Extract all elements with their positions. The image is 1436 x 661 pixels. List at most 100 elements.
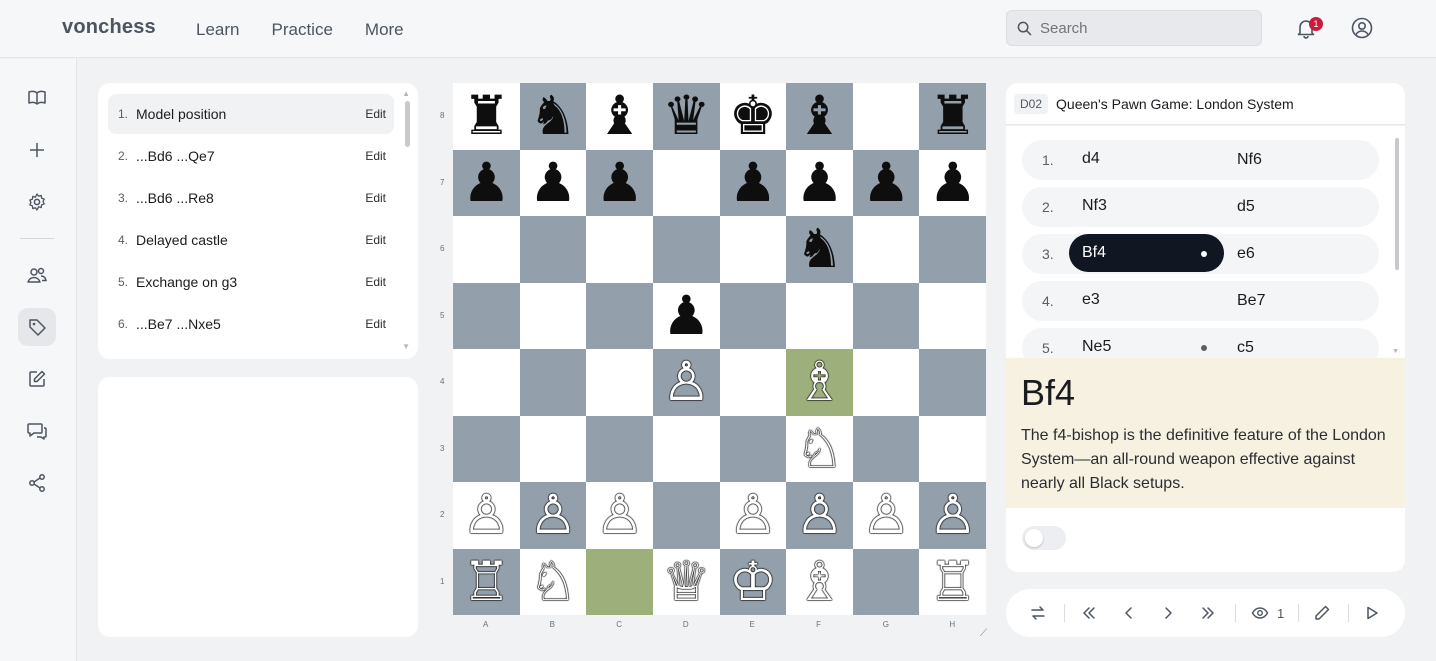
square-f4[interactable]: ♗ [786, 349, 854, 416]
scroll-down-arrow-icon[interactable]: ▼ [1392, 348, 1399, 355]
square-d1[interactable]: ♕ [652, 548, 720, 615]
black-pawn-icon[interactable]: ♟ [529, 155, 577, 210]
white-pawn-icon[interactable]: ♙ [929, 488, 977, 542]
square-h7[interactable]: ♟ [919, 149, 987, 216]
square-g3[interactable] [852, 415, 920, 482]
last-move-icon[interactable] [1196, 601, 1220, 625]
black-knight-icon[interactable]: ♞ [529, 89, 577, 143]
black-move[interactable]: c5 [1237, 339, 1254, 357]
square-f8[interactable]: ♝ [786, 83, 854, 150]
white-bishop-icon[interactable]: ♗ [795, 554, 843, 609]
square-c2[interactable]: ♙ [586, 482, 654, 549]
square-e6[interactable] [719, 216, 787, 283]
square-c6[interactable] [586, 216, 654, 283]
line-item[interactable]: 2. ...Bd6 ...Qe7 Edit [108, 136, 394, 176]
black-king-icon[interactable]: ♚ [729, 89, 777, 143]
white-move[interactable]: d4 [1069, 140, 1224, 178]
play-icon[interactable] [1360, 601, 1384, 625]
square-d8[interactable]: ♛ [652, 83, 720, 150]
eye-icon[interactable] [1248, 601, 1272, 625]
next-move-icon[interactable] [1156, 601, 1180, 625]
nav-learn[interactable]: Learn [196, 20, 239, 40]
black-bishop-icon[interactable]: ♝ [795, 89, 843, 143]
edit-note-icon[interactable] [18, 360, 56, 398]
tag-icon[interactable] [18, 308, 56, 346]
scroll-up-arrow-icon[interactable]: ▲ [402, 89, 410, 98]
square-b6[interactable] [519, 216, 587, 283]
square-a8[interactable]: ♜ [453, 83, 520, 150]
search-input[interactable] [1040, 19, 1240, 37]
white-pawn-icon[interactable]: ♙ [462, 488, 510, 542]
square-f5[interactable] [786, 282, 854, 349]
black-pawn-icon[interactable]: ♟ [662, 288, 710, 343]
square-b5[interactable] [519, 282, 587, 349]
square-a3[interactable] [453, 415, 520, 482]
line-item[interactable]: 6. ...Be7 ...Nxe5 Edit [108, 304, 394, 344]
edit-line-button[interactable]: Edit [365, 149, 386, 163]
square-h1[interactable]: ♖ [919, 548, 987, 615]
square-b1[interactable]: ♘ [519, 548, 587, 615]
gear-icon[interactable] [18, 183, 56, 221]
account-icon[interactable] [1350, 16, 1374, 40]
nav-practice[interactable]: Practice [271, 20, 332, 40]
white-bishop-icon[interactable]: ♗ [795, 355, 843, 409]
square-e2[interactable]: ♙ [719, 482, 787, 549]
edit-line-button[interactable]: Edit [365, 275, 386, 289]
square-d6[interactable] [652, 216, 720, 283]
white-pawn-icon[interactable]: ♙ [529, 488, 577, 542]
square-h2[interactable]: ♙ [919, 482, 987, 549]
square-f1[interactable]: ♗ [786, 548, 854, 615]
resize-handle-icon[interactable]: ⟋ [980, 628, 987, 639]
square-g8[interactable] [852, 83, 920, 150]
square-h8[interactable]: ♜ [919, 83, 987, 150]
black-rook-icon[interactable]: ♜ [929, 89, 977, 143]
square-e7[interactable]: ♟ [719, 149, 787, 216]
square-a2[interactable]: ♙ [453, 482, 520, 549]
white-rook-icon[interactable]: ♖ [929, 554, 977, 609]
black-pawn-icon[interactable]: ♟ [929, 155, 977, 210]
search-box[interactable] [1006, 10, 1262, 46]
square-e1[interactable]: ♔ [719, 548, 787, 615]
line-item[interactable]: 1. Model position Edit [108, 94, 394, 134]
white-pawn-icon[interactable]: ♙ [795, 488, 843, 542]
plus-icon[interactable] [18, 131, 56, 169]
square-e8[interactable]: ♚ [719, 83, 787, 150]
edit-line-button[interactable]: Edit [365, 107, 386, 121]
square-f6[interactable]: ♞ [786, 216, 854, 283]
white-move[interactable]: Ne5 [1069, 328, 1224, 358]
square-c5[interactable] [586, 282, 654, 349]
white-move-selected[interactable]: Bf4 [1069, 234, 1224, 272]
square-g2[interactable]: ♙ [852, 482, 920, 549]
square-d4[interactable]: ♙ [652, 349, 720, 416]
black-pawn-icon[interactable]: ♟ [862, 155, 910, 210]
square-g6[interactable] [852, 216, 920, 283]
square-g5[interactable] [852, 282, 920, 349]
previous-move-icon[interactable] [1117, 601, 1141, 625]
edit-line-button[interactable]: Edit [365, 191, 386, 205]
square-e3[interactable] [719, 415, 787, 482]
black-pawn-icon[interactable]: ♟ [729, 155, 777, 210]
black-move[interactable]: d5 [1237, 198, 1255, 216]
edit-line-button[interactable]: Edit [365, 317, 386, 331]
square-e4[interactable] [719, 349, 787, 416]
annotation-toggle[interactable] [1022, 526, 1066, 550]
first-move-icon[interactable] [1077, 601, 1101, 625]
square-f2[interactable]: ♙ [786, 482, 854, 549]
black-pawn-icon[interactable]: ♟ [795, 155, 843, 210]
square-a4[interactable] [453, 349, 520, 416]
white-king-icon[interactable]: ♔ [729, 554, 777, 609]
square-c3[interactable] [586, 415, 654, 482]
square-a5[interactable] [453, 282, 520, 349]
square-f7[interactable]: ♟ [786, 149, 854, 216]
white-move[interactable]: e3 [1069, 281, 1224, 319]
share-icon[interactable] [18, 464, 56, 502]
square-g1[interactable] [852, 548, 920, 615]
pencil-icon[interactable] [1310, 601, 1334, 625]
white-queen-icon[interactable]: ♕ [662, 554, 710, 609]
square-h3[interactable] [919, 415, 987, 482]
square-h4[interactable] [919, 349, 987, 416]
white-pawn-icon[interactable]: ♙ [862, 488, 910, 542]
square-g7[interactable]: ♟ [852, 149, 920, 216]
lines-scrollbar[interactable] [405, 101, 410, 147]
black-move[interactable]: Be7 [1237, 292, 1265, 310]
